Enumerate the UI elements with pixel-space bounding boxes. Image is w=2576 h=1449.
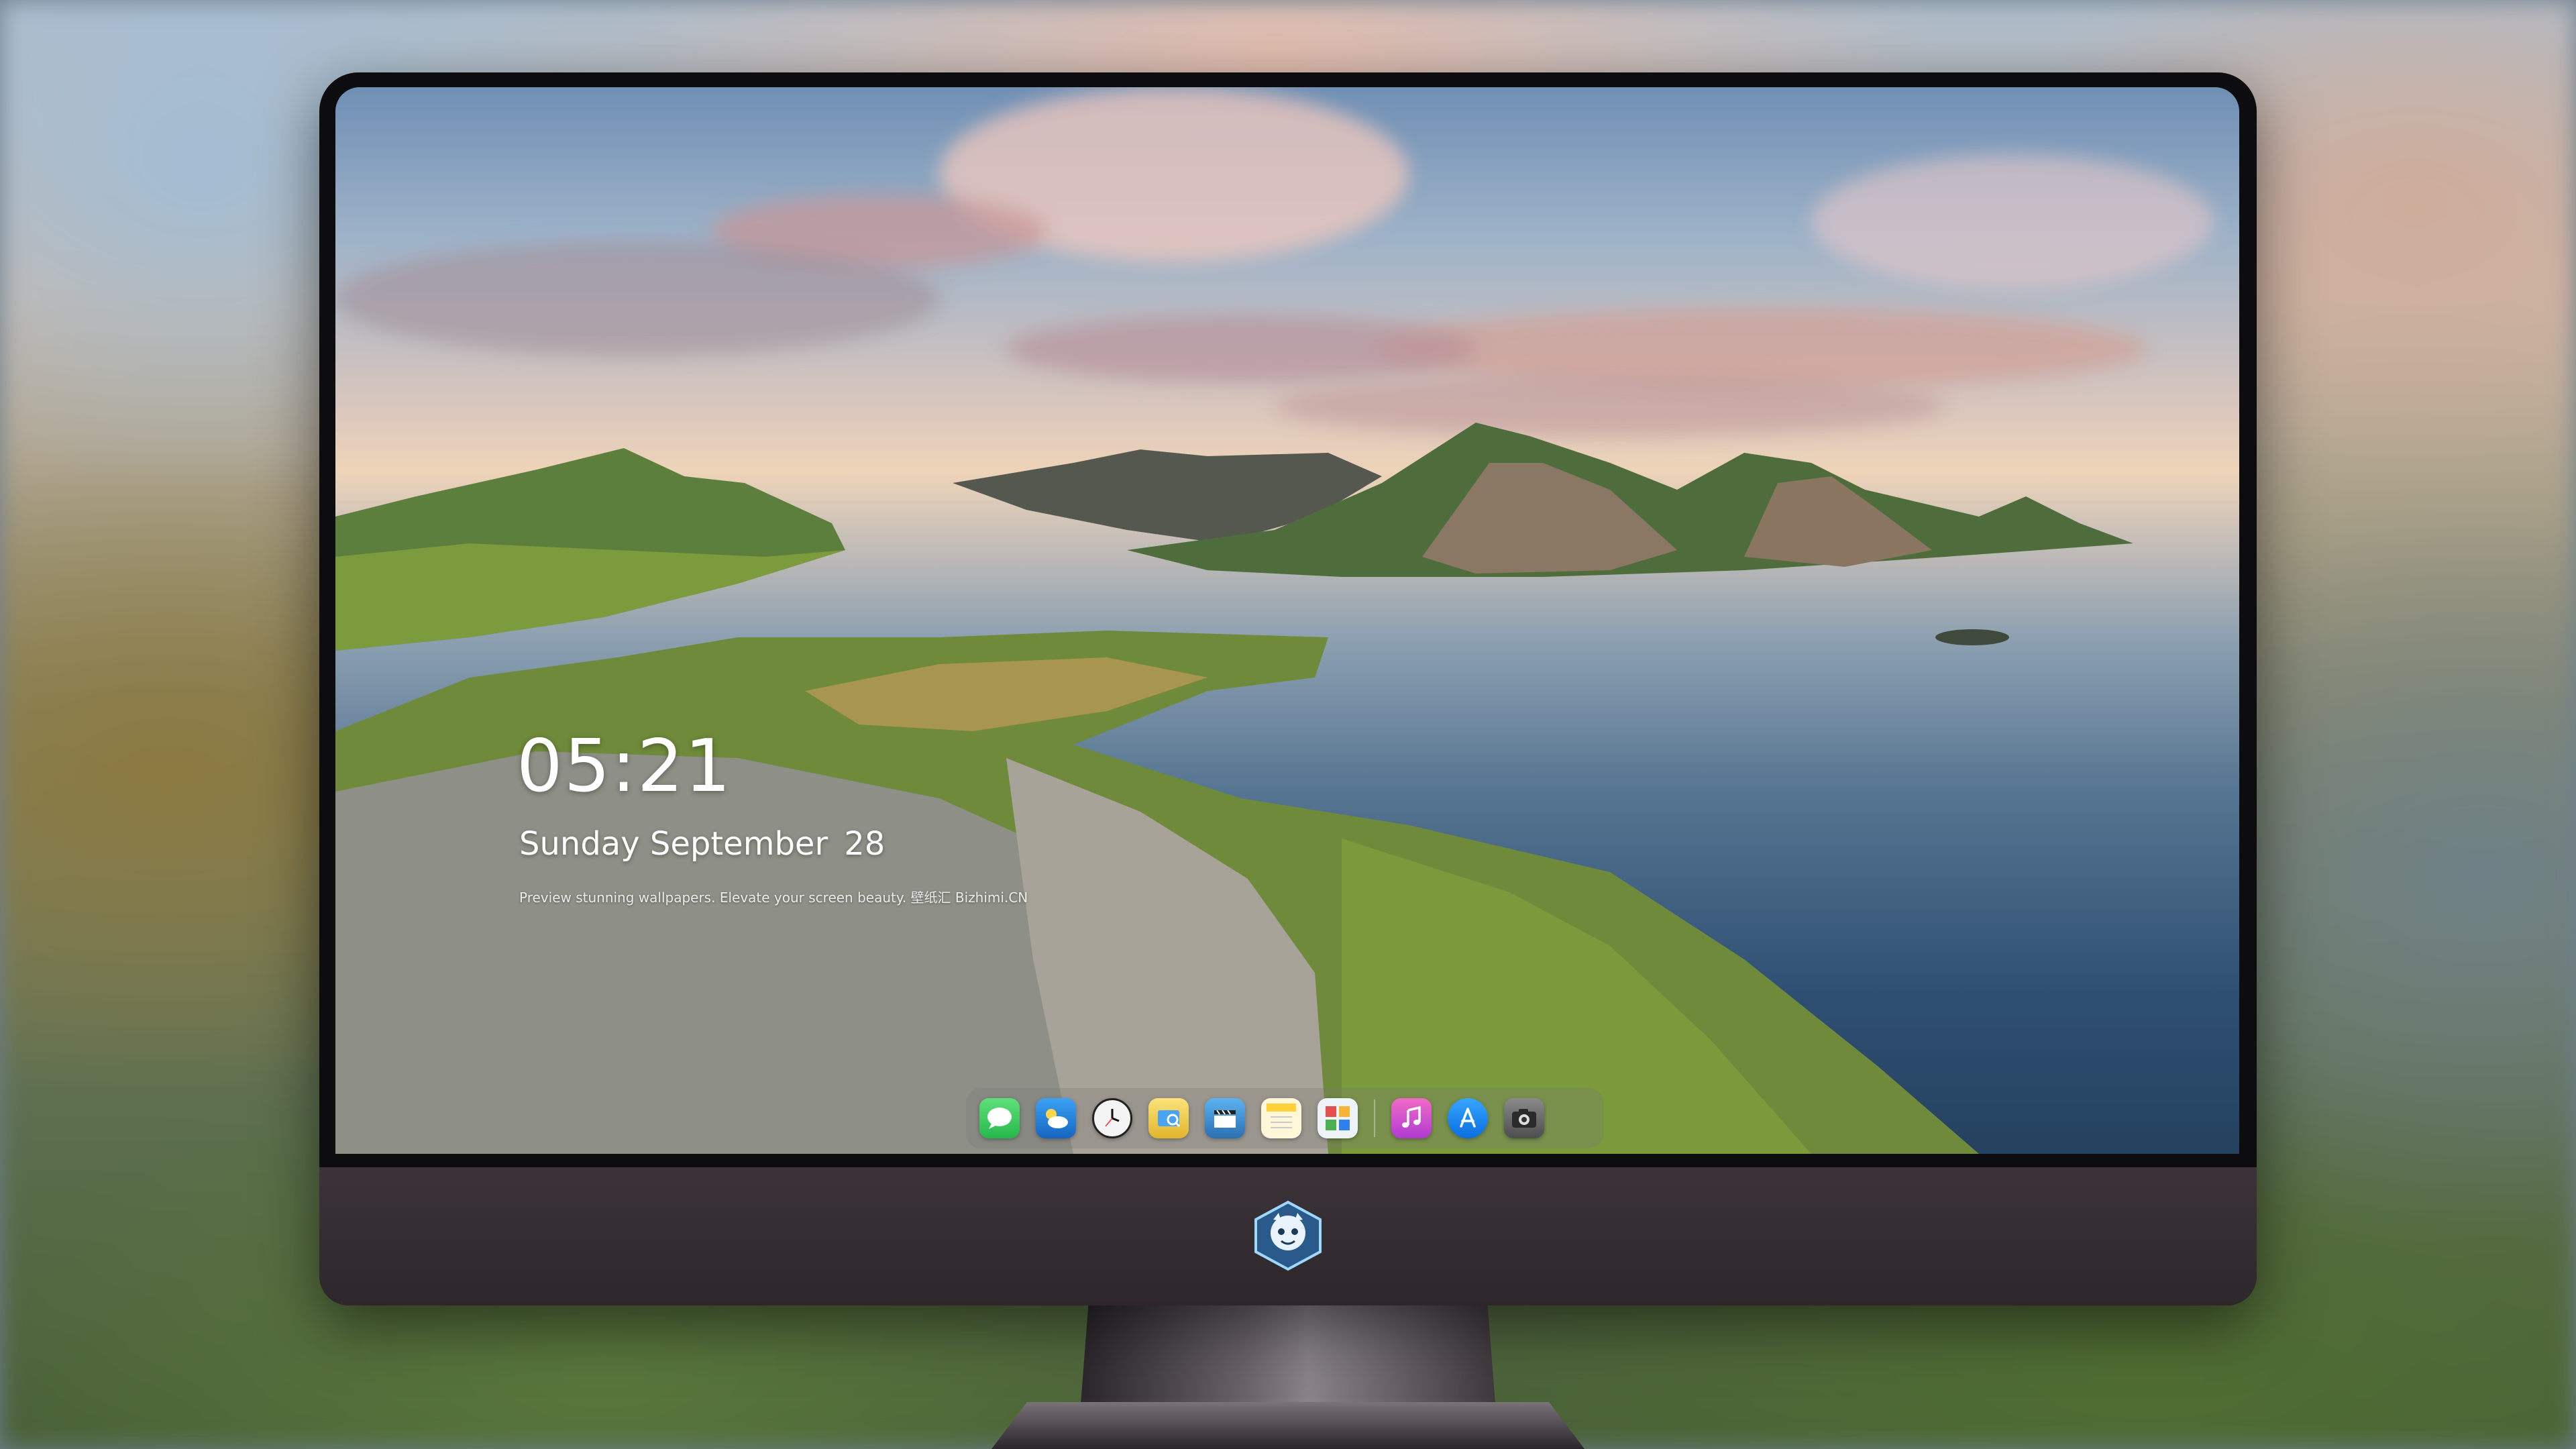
clock-icon[interactable] — [1092, 1098, 1132, 1138]
mascot-logo-icon — [1254, 1200, 1322, 1271]
lockscreen-day: Sunday — [519, 825, 640, 863]
preview-icon[interactable] — [1148, 1098, 1189, 1138]
monitor-stand-neck — [1080, 1305, 1496, 1413]
clapper-icon[interactable] — [1205, 1098, 1245, 1138]
monitor-stand-base — [991, 1402, 1585, 1449]
photo-grid-icon[interactable] — [1318, 1098, 1358, 1138]
landscape — [335, 423, 2133, 1154]
weather-icon[interactable] — [1036, 1098, 1076, 1138]
music-icon[interactable] — [1391, 1098, 1432, 1138]
desktop-screen: 05:21 Sunday September 28 Preview stunnin… — [335, 87, 2239, 1154]
camera-icon[interactable] — [1504, 1098, 1544, 1138]
lockscreen-time: 05:21 — [517, 724, 733, 808]
dock-separator — [1374, 1099, 1375, 1137]
lockscreen-day-number: 28 — [844, 825, 885, 863]
messages-icon[interactable] — [979, 1098, 1020, 1138]
lockscreen-date: Sunday September 28 — [519, 825, 885, 863]
dock — [966, 1088, 1603, 1148]
app-store-icon[interactable] — [1448, 1098, 1488, 1138]
notes-icon[interactable] — [1261, 1098, 1301, 1138]
lockscreen-month: September — [649, 825, 828, 863]
lockscreen-tagline: Preview stunning wallpapers. Elevate you… — [519, 890, 1028, 906]
monitor: 05:21 Sunday September 28 Preview stunnin… — [319, 72, 2257, 1305]
